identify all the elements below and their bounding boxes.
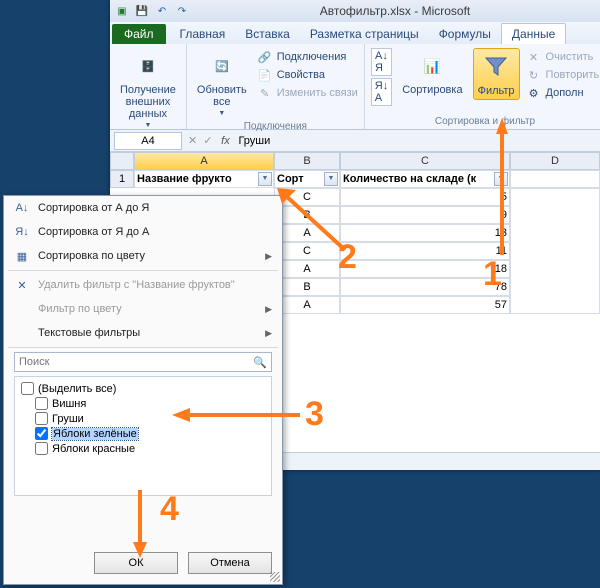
annotation-arrows — [0, 0, 600, 588]
